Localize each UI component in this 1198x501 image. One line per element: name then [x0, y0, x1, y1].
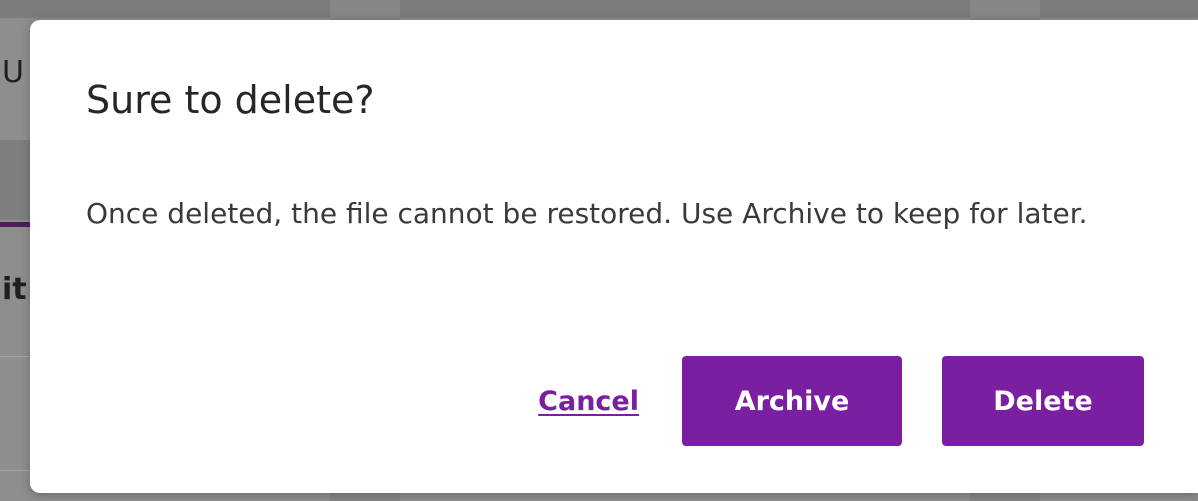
dialog-actions: Cancel Archive Delete [538, 356, 1144, 446]
background-text-fragment: it [2, 272, 27, 307]
background-text-fragment: U [2, 55, 24, 90]
dialog-message: Once deleted, the file cannot be restore… [86, 197, 1088, 230]
delete-button[interactable]: Delete [942, 356, 1144, 446]
cancel-button[interactable]: Cancel [538, 386, 639, 417]
delete-confirmation-dialog: Sure to delete? Once deleted, the file c… [30, 20, 1198, 493]
archive-button[interactable]: Archive [682, 356, 902, 446]
dialog-title: Sure to delete? [86, 78, 375, 122]
